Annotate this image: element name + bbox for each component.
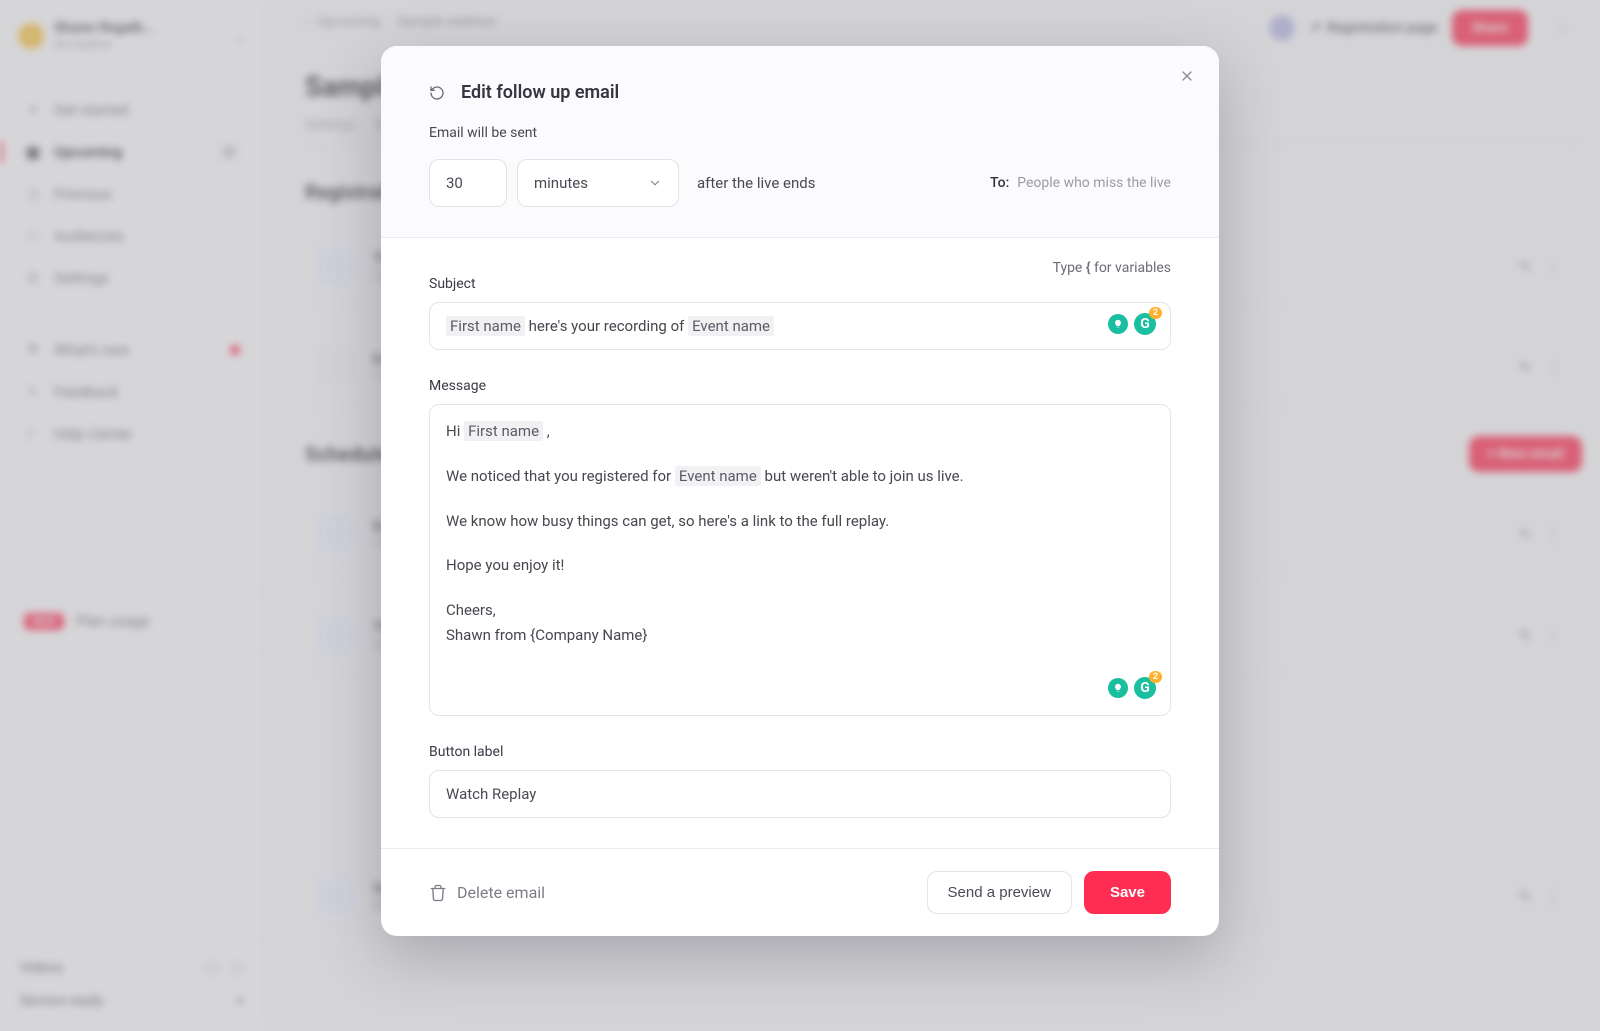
variable-chip-first-name[interactable]: First name xyxy=(446,316,525,336)
undo-icon xyxy=(429,85,445,101)
duration-input[interactable]: 30 xyxy=(429,159,507,207)
message-label: Message xyxy=(429,378,1171,394)
button-label-label: Button label xyxy=(429,744,1171,760)
to-label: To: xyxy=(990,175,1009,191)
subject-label: Subject xyxy=(429,276,1171,292)
variable-chip-event-name[interactable]: Event name xyxy=(675,466,761,486)
grammarly-g-icon: G 2 xyxy=(1134,677,1156,699)
unit-select[interactable]: minutes xyxy=(517,159,679,207)
send-label: Email will be sent xyxy=(429,125,1171,141)
button-label-input[interactable]: Watch Replay xyxy=(429,770,1171,818)
modal-title-text: Edit follow up email xyxy=(461,82,619,103)
to-block: To: People who miss the live xyxy=(990,175,1171,191)
grammarly-bulb-icon xyxy=(1108,314,1128,334)
edit-followup-email-modal: Edit follow up email Email will be sent … xyxy=(381,46,1219,936)
delete-label: Delete email xyxy=(457,883,545,902)
grammarly-widget[interactable]: G 2 xyxy=(1108,313,1156,335)
trash-icon xyxy=(429,884,447,902)
modal-title: Edit follow up email xyxy=(429,82,1171,103)
modal-body: Type { for variables Subject First name … xyxy=(381,238,1219,848)
save-button[interactable]: Save xyxy=(1084,871,1171,914)
send-suffix: after the live ends xyxy=(697,174,815,192)
delete-email-button[interactable]: Delete email xyxy=(429,883,545,902)
message-input[interactable]: Hi First name , We noticed that you regi… xyxy=(429,404,1171,716)
grammarly-count-badge: 2 xyxy=(1149,671,1162,683)
send-timing-row: Email will be sent 30 minutes after the … xyxy=(429,125,1171,207)
send-preview-button[interactable]: Send a preview xyxy=(927,871,1072,914)
grammarly-bulb-icon xyxy=(1108,678,1128,698)
variables-hint: Type { for variables xyxy=(429,260,1171,276)
to-value: People who miss the live xyxy=(1017,175,1171,191)
modal-header: Edit follow up email Email will be sent … xyxy=(381,46,1219,238)
grammarly-widget[interactable]: G 2 xyxy=(1108,677,1156,699)
grammarly-count-badge: 2 xyxy=(1149,307,1162,319)
variable-chip-first-name[interactable]: First name xyxy=(464,421,543,441)
chevron-down-icon xyxy=(648,176,662,190)
subject-input[interactable]: First name here's your recording of Even… xyxy=(429,302,1171,350)
close-icon[interactable] xyxy=(1179,68,1195,89)
unit-value: minutes xyxy=(534,174,588,192)
variable-chip-event-name[interactable]: Event name xyxy=(688,316,774,336)
grammarly-g-icon: G 2 xyxy=(1134,313,1156,335)
modal-footer: Delete email Send a preview Save xyxy=(381,848,1219,936)
